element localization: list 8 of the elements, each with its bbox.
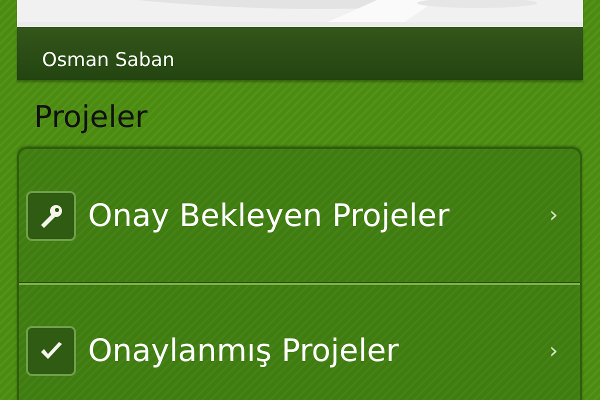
menu-item[interactable]: Onaylanmış Projeler ›	[19, 283, 580, 400]
user-name: Osman Saban	[42, 49, 175, 71]
section-title: Projeler	[34, 100, 148, 135]
checkmark-icon	[26, 326, 76, 376]
chevron-icon: ›	[549, 338, 558, 364]
chevron-icon: ›	[549, 203, 558, 228]
menu-item[interactable]: Onay Bekleyen Projeler ›	[19, 149, 580, 283]
key-icon	[26, 190, 76, 240]
